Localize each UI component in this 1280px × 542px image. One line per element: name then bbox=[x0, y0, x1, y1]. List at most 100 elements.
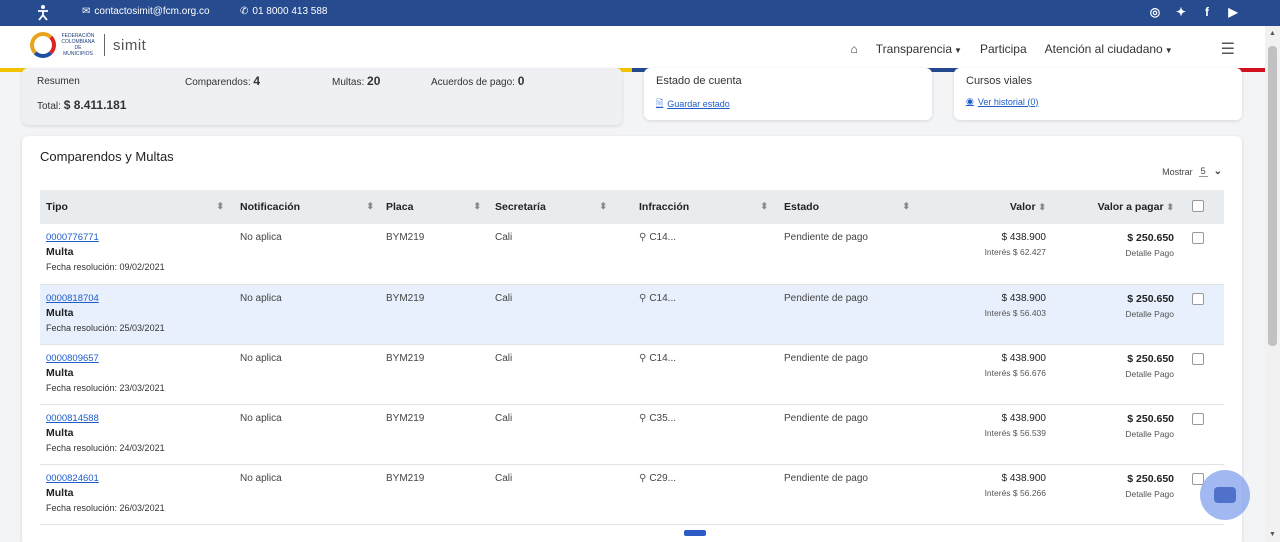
valor-amount: $ 438.900 bbox=[1001, 292, 1047, 304]
cell-notificacion: No aplica bbox=[234, 464, 380, 525]
menu-icon[interactable]: ☰ bbox=[1221, 39, 1235, 59]
fecha-resolucion: Fecha resolución: 26/03/2021 bbox=[46, 502, 165, 513]
cell-placa: BYM219 bbox=[380, 224, 489, 285]
sort-icon[interactable]: ⬍ bbox=[599, 201, 607, 212]
eye-icon: ◉ bbox=[966, 96, 974, 106]
valor-pagar-amount: $ 250.650 bbox=[1127, 412, 1174, 425]
sort-icon[interactable]: ⬍ bbox=[902, 201, 910, 212]
total-value: $ 8.411.181 bbox=[63, 98, 127, 112]
comparendos-value: 4 bbox=[253, 74, 261, 88]
youtube-icon[interactable]: ▶ bbox=[1226, 5, 1240, 19]
phone-text: 01 8000 413 588 bbox=[252, 6, 328, 17]
user-icon: ⚲ bbox=[639, 352, 647, 364]
caret-down-icon: ▼ bbox=[1164, 46, 1173, 55]
valor-amount: $ 438.900 bbox=[1001, 472, 1047, 484]
comparendo-number-link[interactable]: 0000814588 bbox=[46, 413, 228, 424]
sort-icon[interactable]: ⬍ bbox=[760, 201, 768, 212]
col-notificacion[interactable]: Notificación ⬍ bbox=[234, 190, 380, 224]
cell-infraccion[interactable]: ⚲ C14... bbox=[617, 224, 778, 285]
caret-down-icon: ▼ bbox=[954, 46, 962, 55]
cell-infraccion[interactable]: ⚲ C14... bbox=[617, 344, 778, 405]
sort-icon[interactable]: ⬍ bbox=[473, 201, 481, 212]
sort-icon[interactable]: ⬍ bbox=[366, 201, 374, 212]
fecha-resolucion: Fecha resolución: 09/02/2021 bbox=[46, 262, 165, 272]
detalle-pago-link[interactable]: Detalle Pago bbox=[1062, 309, 1174, 319]
phone-icon: ✆ bbox=[240, 6, 249, 17]
sort-icon[interactable]: ⬍ bbox=[1038, 202, 1046, 212]
col-infraccion[interactable]: Infracción ⬍ bbox=[617, 190, 778, 224]
col-valor-pagar[interactable]: Valor a pagar ⬍ bbox=[1056, 190, 1186, 224]
scrollbar-thumb[interactable] bbox=[1268, 46, 1277, 346]
cell-select bbox=[1186, 224, 1224, 285]
cell-valor-pagar: $ 250.650 Detalle Pago bbox=[1056, 404, 1186, 465]
tipo-value: Multa bbox=[46, 246, 74, 258]
detalle-pago-link[interactable]: Detalle Pago bbox=[1062, 429, 1174, 439]
select-all-checkbox[interactable] bbox=[1192, 199, 1204, 212]
row-checkbox[interactable] bbox=[1192, 292, 1204, 305]
valor-pagar-amount: $ 250.650 bbox=[1127, 472, 1174, 485]
scroll-up-icon[interactable]: ▲ bbox=[1269, 30, 1276, 37]
row-checkbox[interactable] bbox=[1192, 232, 1204, 244]
instagram-icon[interactable]: ◎ bbox=[1148, 5, 1162, 19]
summary-card: Resumen Comparendos: 4 Multas: 20 Acuerd… bbox=[22, 68, 622, 125]
col-placa[interactable]: Placa ⬍ bbox=[380, 190, 489, 224]
comparendo-number-link[interactable]: 0000809657 bbox=[46, 353, 228, 364]
guardar-estado-label: Guardar estado bbox=[667, 99, 730, 109]
comparendo-number-link[interactable]: 0000776771 bbox=[46, 232, 228, 243]
estado-title: Estado de cuenta bbox=[656, 75, 742, 87]
total-amount: Total: $ 8.411.181 bbox=[37, 98, 126, 112]
detalle-pago-link[interactable]: Detalle Pago bbox=[1062, 489, 1174, 499]
infraccion-code: C14... bbox=[649, 352, 677, 364]
page-scrollbar[interactable]: ▲ ▼ bbox=[1265, 26, 1280, 542]
col-secretaria[interactable]: Secretaría ⬍ bbox=[489, 190, 617, 224]
row-checkbox[interactable] bbox=[1192, 352, 1204, 365]
cell-select bbox=[1186, 404, 1224, 465]
cell-placa: BYM219 bbox=[380, 464, 489, 525]
scroll-down-icon[interactable]: ▼ bbox=[1269, 531, 1276, 538]
nav-atencion[interactable]: Atención al ciudadano ▼ bbox=[1045, 42, 1173, 56]
table-row: 0000809657 Multa Fecha resolución: 23/03… bbox=[40, 344, 1224, 405]
sort-icon[interactable]: ⬍ bbox=[1166, 202, 1174, 212]
col-notificacion-label: Notificación bbox=[240, 201, 301, 213]
chevron-down-icon[interactable]: ⌄ bbox=[1214, 166, 1222, 177]
row-checkbox[interactable] bbox=[1192, 412, 1204, 425]
col-tipo[interactable]: Tipo ⬍ bbox=[40, 190, 234, 224]
cell-secretaria: Cali bbox=[489, 224, 617, 285]
page-size-select[interactable]: 5 bbox=[1198, 166, 1208, 177]
multas-label: Multas: bbox=[332, 77, 365, 88]
pagination-active-page[interactable] bbox=[684, 530, 706, 536]
facebook-icon[interactable]: f bbox=[1200, 5, 1214, 19]
nav-participa[interactable]: Participa bbox=[980, 42, 1027, 56]
interes-amount: Interés $ 56.539 bbox=[984, 427, 1046, 438]
comparendo-number-link[interactable]: 0000818704 bbox=[46, 293, 228, 304]
document-icon: 🗎 bbox=[656, 98, 664, 108]
detalle-pago-link[interactable]: Detalle Pago bbox=[1062, 369, 1174, 379]
cell-placa: BYM219 bbox=[380, 344, 489, 405]
home-icon[interactable]: ⌂ bbox=[851, 42, 858, 56]
cell-valor: $ 438.900 Interés $ 56.403 bbox=[926, 284, 1056, 345]
valor-pagar-amount: $ 250.650 bbox=[1127, 352, 1174, 365]
col-valor[interactable]: Valor ⬍ bbox=[926, 190, 1056, 224]
contact-phone[interactable]: ✆ 01 8000 413 588 bbox=[240, 6, 327, 17]
twitter-icon[interactable]: ✦ bbox=[1174, 5, 1188, 19]
cell-placa: BYM219 bbox=[380, 284, 489, 345]
cell-infraccion[interactable]: ⚲ C29... bbox=[617, 464, 778, 525]
site-logo[interactable]: FEDERACIÓN COLOMBIANA DE MUNICIPIOS simi… bbox=[30, 32, 146, 58]
col-tipo-label: Tipo bbox=[46, 201, 68, 213]
chatbot-button[interactable] bbox=[1200, 470, 1250, 520]
multas-count: Multas: 20 bbox=[332, 74, 380, 88]
contact-email[interactable]: ✉ contactosimit@fcm.org.co bbox=[82, 6, 210, 17]
accessibility-icon[interactable] bbox=[34, 4, 52, 22]
col-estado[interactable]: Estado ⬍ bbox=[778, 190, 926, 224]
cell-valor: $ 438.900 Interés $ 56.539 bbox=[926, 404, 1056, 465]
ver-historial-link[interactable]: ◉ Ver historial (0) bbox=[966, 96, 1038, 107]
cell-infraccion[interactable]: ⚲ C35... bbox=[617, 404, 778, 465]
detalle-pago-link[interactable]: Detalle Pago bbox=[1062, 248, 1174, 258]
fcm-logo-icon bbox=[30, 32, 56, 58]
nav-transparencia[interactable]: Transparencia ▼ bbox=[876, 42, 962, 56]
acuerdos-label: Acuerdos de pago: bbox=[431, 77, 515, 88]
sort-icon[interactable]: ⬍ bbox=[216, 201, 224, 212]
guardar-estado-link[interactable]: 🗎 Guardar estado bbox=[656, 96, 730, 112]
cell-infraccion[interactable]: ⚲ C14... bbox=[617, 284, 778, 345]
comparendo-number-link[interactable]: 0000824601 bbox=[46, 473, 228, 484]
